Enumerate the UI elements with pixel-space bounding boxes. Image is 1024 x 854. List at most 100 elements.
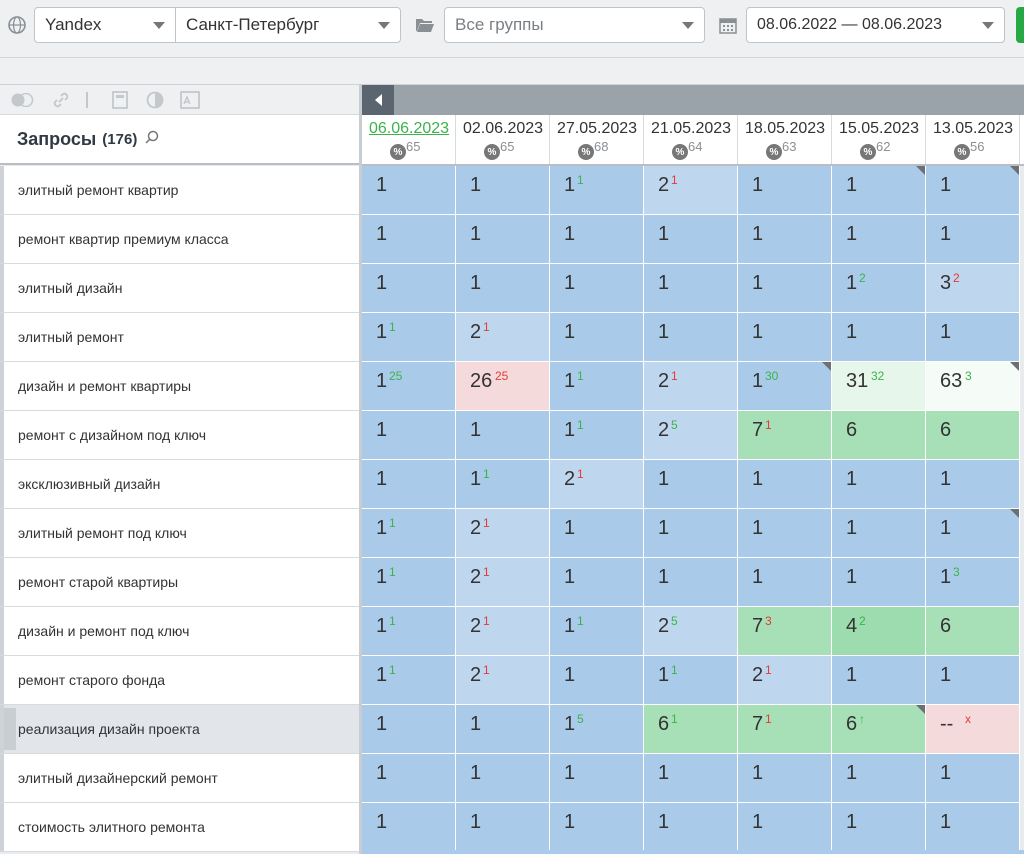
position-cell[interactable]: 11 bbox=[362, 509, 456, 558]
query-row[interactable]: стоимость элитного ремонта bbox=[0, 803, 360, 852]
position-cell[interactable]: 1 bbox=[362, 411, 456, 460]
position-cell[interactable]: 32 bbox=[926, 264, 1020, 313]
position-cell[interactable]: 1 bbox=[644, 509, 738, 558]
position-cell[interactable]: 1 bbox=[926, 166, 1020, 215]
position-cell[interactable]: 1 bbox=[456, 803, 550, 852]
position-cell[interactable]: 1 bbox=[644, 803, 738, 852]
position-cell[interactable]: 25 bbox=[644, 607, 738, 656]
position-cell[interactable]: 11 bbox=[550, 362, 644, 411]
position-cell[interactable]: 42 bbox=[832, 607, 926, 656]
column-date[interactable]: 06.06.2023 bbox=[362, 120, 456, 138]
position-cell[interactable]: 1 bbox=[550, 313, 644, 362]
position-cell[interactable]: 11 bbox=[456, 460, 550, 509]
position-cell[interactable]: 1 bbox=[456, 411, 550, 460]
date-column-header[interactable]: 15.05.2023% 62 bbox=[832, 115, 926, 164]
region-select[interactable]: Санкт-Петербург bbox=[175, 7, 401, 43]
position-cell[interactable]: 1 bbox=[738, 558, 832, 607]
query-row[interactable]: элитный дизайн bbox=[0, 264, 360, 313]
position-cell[interactable]: 1 bbox=[550, 264, 644, 313]
position-cell[interactable]: 1 bbox=[550, 215, 644, 264]
position-cell[interactable]: 1 bbox=[644, 264, 738, 313]
query-row[interactable]: элитный ремонт квартир bbox=[0, 166, 360, 215]
query-row[interactable]: элитный дизайнерский ремонт bbox=[0, 754, 360, 803]
position-cell[interactable]: 71 bbox=[738, 705, 832, 754]
search-engine-select[interactable]: Yandex bbox=[34, 7, 176, 43]
date-column-header[interactable]: 21.05.2023% 64 bbox=[644, 115, 738, 164]
query-row[interactable]: ремонт старой квартиры bbox=[0, 558, 360, 607]
position-cell[interactable]: 1 bbox=[738, 509, 832, 558]
position-cell[interactable]: 1 bbox=[832, 215, 926, 264]
position-cell[interactable]: 1 bbox=[550, 656, 644, 705]
position-cell[interactable]: 63 3 bbox=[926, 362, 1020, 411]
date-column-header[interactable]: 18.05.2023% 63 bbox=[738, 115, 832, 164]
position-cell[interactable]: 1 bbox=[362, 264, 456, 313]
position-cell[interactable]: 1 bbox=[926, 460, 1020, 509]
position-cell[interactable]: 1 30 bbox=[738, 362, 832, 411]
position-cell[interactable]: 1 bbox=[362, 705, 456, 754]
position-cell[interactable]: 6 bbox=[926, 411, 1020, 460]
position-cell[interactable]: 6 bbox=[832, 411, 926, 460]
calculator-icon[interactable] bbox=[112, 91, 128, 109]
position-cell[interactable]: 1 bbox=[832, 460, 926, 509]
position-cell[interactable]: 61 bbox=[644, 705, 738, 754]
position-cell[interactable]: 6 bbox=[926, 607, 1020, 656]
position-cell[interactable]: 1 bbox=[832, 803, 926, 852]
position-cell[interactable]: 1 bbox=[926, 509, 1020, 558]
position-cell[interactable]: 1 bbox=[644, 215, 738, 264]
position-cell[interactable]: 1 bbox=[456, 264, 550, 313]
query-row[interactable]: ремонт с дизайном под ключ bbox=[0, 411, 360, 460]
position-cell[interactable]: 26 25 bbox=[456, 362, 550, 411]
position-cell[interactable]: 1 bbox=[738, 264, 832, 313]
position-cell[interactable]: 11 bbox=[362, 656, 456, 705]
scroll-left-button[interactable] bbox=[362, 85, 394, 115]
position-cell[interactable]: 21 bbox=[456, 656, 550, 705]
date-column-header[interactable]: 06.06.2023% 65 bbox=[362, 115, 456, 164]
position-cell[interactable]: 21 bbox=[550, 460, 644, 509]
position-cell[interactable]: 1 bbox=[738, 803, 832, 852]
position-cell[interactable]: 1 bbox=[362, 460, 456, 509]
position-cell[interactable]: 1 bbox=[362, 754, 456, 803]
position-cell[interactable]: 1 bbox=[738, 166, 832, 215]
position-cell[interactable]: 11 bbox=[362, 313, 456, 362]
position-cell[interactable]: 1 bbox=[362, 803, 456, 852]
query-row[interactable]: ремонт квартир премиум класса bbox=[0, 215, 360, 264]
query-row[interactable]: эксклюзивный дизайн bbox=[0, 460, 360, 509]
position-cell[interactable]: 11 bbox=[362, 558, 456, 607]
position-cell[interactable]: 1 bbox=[644, 558, 738, 607]
position-cell[interactable]: 21 bbox=[456, 313, 550, 362]
link-icon[interactable] bbox=[52, 92, 70, 108]
position-cell[interactable]: 1 bbox=[738, 460, 832, 509]
position-cell[interactable]: 1 bbox=[550, 509, 644, 558]
position-cell[interactable]: 1 bbox=[550, 754, 644, 803]
position-cell[interactable]: 15 bbox=[550, 705, 644, 754]
position-cell[interactable]: 11 bbox=[550, 607, 644, 656]
position-cell[interactable]: 1 bbox=[738, 313, 832, 362]
position-cell[interactable]: 21 bbox=[644, 166, 738, 215]
position-cell[interactable]: 13 bbox=[926, 558, 1020, 607]
query-row[interactable]: реализация дизайн проекта bbox=[0, 705, 360, 754]
position-cell[interactable]: 1 bbox=[926, 313, 1020, 362]
query-row[interactable]: элитный ремонт под ключ bbox=[0, 509, 360, 558]
date-range-select[interactable]: 08.06.2022 — 08.06.2023 bbox=[746, 7, 1005, 43]
position-cell[interactable]: 21 bbox=[456, 558, 550, 607]
position-cell[interactable]: 6 ↑ bbox=[832, 705, 926, 754]
position-cell[interactable]: -- x bbox=[926, 705, 1020, 754]
position-cell[interactable]: 1 bbox=[832, 558, 926, 607]
toggle-icon[interactable] bbox=[10, 92, 34, 108]
position-cell[interactable]: 1 bbox=[550, 558, 644, 607]
query-row[interactable]: дизайн и ремонт под ключ bbox=[0, 607, 360, 656]
position-cell[interactable]: 1 bbox=[926, 754, 1020, 803]
position-cell[interactable]: 1 bbox=[456, 705, 550, 754]
position-cell[interactable]: 1 bbox=[456, 754, 550, 803]
position-cell[interactable]: 11 bbox=[550, 166, 644, 215]
position-cell[interactable]: 1 bbox=[832, 509, 926, 558]
position-cell[interactable]: 21 bbox=[644, 362, 738, 411]
position-cell[interactable]: 1 25 bbox=[362, 362, 456, 411]
position-cell[interactable]: 1 bbox=[926, 803, 1020, 852]
position-cell[interactable]: 1 bbox=[738, 754, 832, 803]
position-cell[interactable]: 1 bbox=[832, 166, 926, 215]
position-cell[interactable]: 31 32 bbox=[832, 362, 926, 411]
position-cell[interactable]: 25 bbox=[644, 411, 738, 460]
apply-button[interactable] bbox=[1016, 7, 1024, 43]
query-row[interactable]: элитный ремонт bbox=[0, 313, 360, 362]
